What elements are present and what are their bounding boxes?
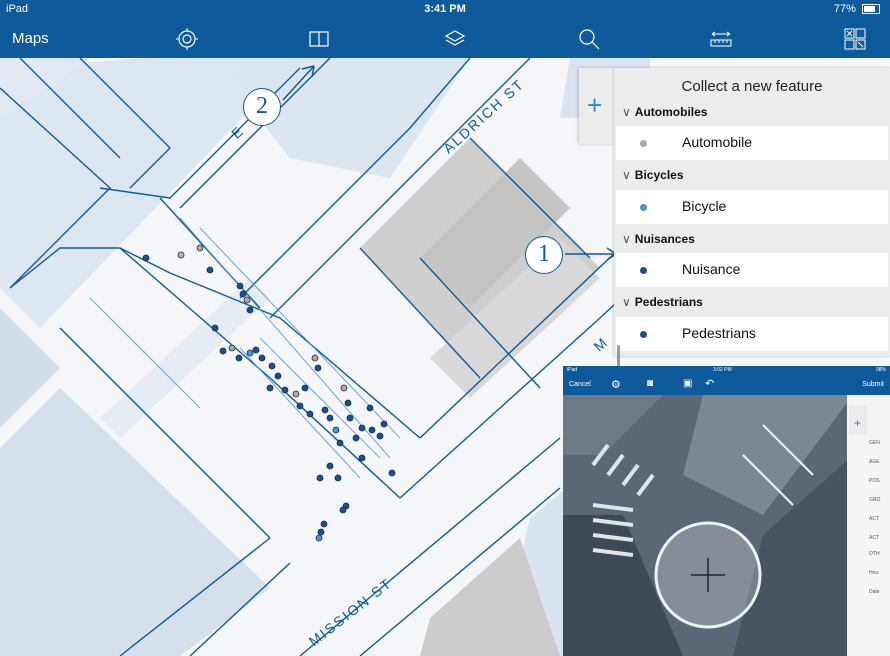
feature-item-label: Nuisance — [682, 261, 741, 277]
inset-status-bar: iPad 3:02 PM 98% — [563, 366, 890, 374]
maps-button[interactable]: Maps — [12, 30, 49, 47]
bookmarks-icon[interactable] — [307, 27, 331, 51]
feature-dot-icon — [640, 140, 647, 147]
inset-submit-button[interactable]: Submit — [862, 381, 884, 388]
inset-time: 3:02 PM — [713, 367, 732, 373]
form-label: ACT — [869, 535, 879, 541]
chevron-down-icon: ∨ — [622, 105, 631, 119]
status-bar: iPad 3:41 PM 77% — [0, 0, 890, 20]
attachment-icon[interactable]: ▣ — [683, 378, 692, 389]
form-label: Date — [869, 589, 880, 595]
inset-form-labels: GEN AGE POS GRO ACT ACT OTH Hou Date — [869, 406, 890, 597]
group-header-automobiles[interactable]: ∨ Automobiles — [614, 105, 890, 127]
battery-percent: 77% — [833, 3, 856, 15]
form-label: GEN — [869, 440, 880, 446]
form-label: Hou — [869, 570, 879, 576]
callout-two: 2 — [243, 88, 281, 126]
svg-text:+: + — [854, 416, 861, 430]
form-label: OTH — [869, 551, 880, 557]
form-label: POS — [869, 478, 880, 484]
group-header-bicycles[interactable]: ∨ Bicycles — [614, 168, 890, 190]
gear-icon[interactable]: ⚙ — [611, 378, 621, 391]
inset-aerial-photo: + — [563, 395, 890, 656]
group-label: Nuisances — [634, 232, 695, 246]
battery-indicator: 77% — [834, 3, 880, 15]
feature-item-pedestrians[interactable]: Pedestrians — [616, 317, 888, 351]
group-label: Pedestrians — [634, 295, 703, 309]
undo-icon[interactable]: ↶ — [705, 377, 714, 390]
collect-icon[interactable] — [843, 27, 867, 51]
feature-item-automobile[interactable]: Automobile — [616, 126, 888, 160]
feature-item-label: Bicycle — [682, 198, 727, 214]
inset-screenshot: iPad 3:02 PM 98% Cancel ⚙ ◙ ▣ ↶ Submit +… — [563, 366, 890, 656]
feature-dot-icon — [640, 267, 647, 274]
group-label: Bicycles — [634, 168, 684, 182]
collect-panel-tab[interactable]: + — [579, 68, 615, 144]
inset-battery: 98% — [875, 367, 886, 373]
feature-dot-icon — [640, 331, 647, 338]
group-label: Automobiles — [634, 105, 708, 119]
inset-device: iPad — [567, 367, 578, 373]
chevron-down-icon: ∨ — [622, 232, 631, 246]
collect-panel-title: Collect a new feature — [681, 78, 823, 95]
measure-icon[interactable] — [709, 27, 733, 51]
feature-item-label: Pedestrians — [682, 325, 756, 341]
chevron-down-icon: ∨ — [622, 295, 631, 309]
collect-feature-panel: Collect a new feature ∨ Automobiles Autom… — [614, 68, 890, 356]
inset-toolbar: Cancel ⚙ ◙ ▣ ↶ Submit — [563, 374, 890, 395]
locate-icon[interactable] — [175, 27, 199, 51]
feature-item-bicycle[interactable]: Bicycle — [616, 190, 888, 224]
form-label: GRO — [869, 497, 881, 503]
camera-icon[interactable]: ◙ — [647, 378, 653, 389]
add-icon[interactable]: + — [587, 90, 602, 121]
panel-scrollbar[interactable] — [617, 345, 620, 367]
chevron-down-icon: ∨ — [622, 168, 631, 182]
form-label: ACT — [869, 516, 879, 522]
battery-icon — [862, 4, 880, 15]
app-toolbar: Maps — [0, 20, 890, 58]
search-icon[interactable] — [577, 27, 601, 51]
status-time: 3:41 PM — [424, 3, 466, 15]
feature-item-label: Automobile — [682, 134, 753, 150]
inset-cancel-button[interactable]: Cancel — [569, 381, 591, 388]
group-header-nuisances[interactable]: ∨ Nuisances — [614, 232, 890, 254]
form-label: AGE — [869, 459, 880, 465]
feature-item-nuisance[interactable]: Nuisance — [616, 253, 888, 287]
callout-one: 1 — [525, 236, 563, 274]
feature-dot-icon — [640, 204, 647, 211]
layers-icon[interactable] — [443, 27, 467, 51]
group-header-pedestrians[interactable]: ∨ Pedestrians — [614, 295, 890, 317]
